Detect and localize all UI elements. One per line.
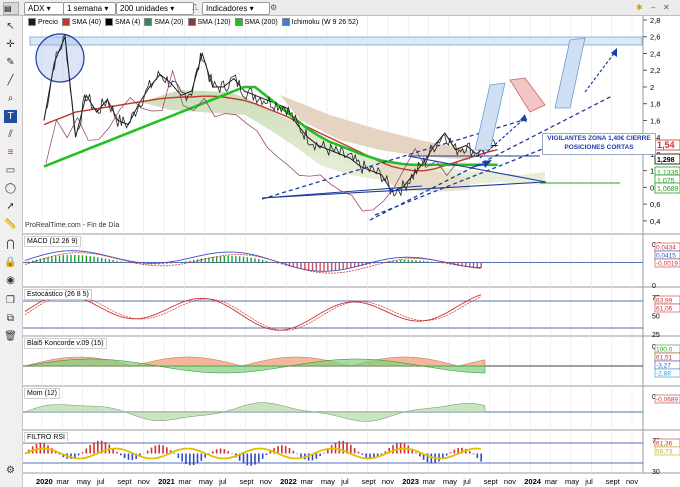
legend-swatch <box>187 18 196 27</box>
time-tick-label: nov <box>626 477 638 486</box>
legend-item[interactable]: SMA (40) <box>72 19 101 26</box>
indicator-legend: Precio SMA (40) SMA (4) SMA (20) SMA (120) SM… <box>24 17 358 28</box>
panel-tag-label: 100,0 <box>656 347 673 354</box>
panel-tag-label: 0,0434 <box>656 245 676 252</box>
resistance-zone <box>29 36 643 46</box>
price-chart[interactable]: 2,82,62,42,221,81,61,41,210,80,60,4 1,54… <box>0 0 680 487</box>
panel-kon <box>23 356 643 374</box>
time-tick-label: nov <box>138 477 150 486</box>
time-tick-label: 2023 <box>402 477 419 486</box>
annotation-line-2: POSICIONES CORTAS <box>564 144 634 151</box>
time-tick-label: nov <box>260 477 272 486</box>
price-tag-label: 1,54 <box>657 140 675 150</box>
panel-title[interactable]: Estocástico (26 8 5) <box>24 289 92 300</box>
source-label: ProRealTime.com - Fin de Día <box>25 222 120 229</box>
panel-title[interactable]: MACD (12 26 9) <box>24 236 81 247</box>
highlight-circle <box>35 33 85 83</box>
time-tick-label: may <box>565 477 579 486</box>
stoch-k-line <box>24 294 482 331</box>
panel-axis-label: 30 <box>652 469 660 476</box>
time-tick-label: may <box>321 477 335 486</box>
time-tick-label: 2021 <box>158 477 175 486</box>
panel-macd <box>23 250 643 274</box>
panel-title[interactable]: Mom (12) <box>24 388 60 399</box>
panel-tag-label: -0,0019 <box>656 261 678 268</box>
time-axis: 2020 mar may jul sept nov 2021 mar may jul sept nov… <box>36 477 638 486</box>
legend-item[interactable]: SMA (120) <box>198 19 231 26</box>
price-tick-label: 1 <box>650 167 654 176</box>
panel-tag-label: 61,36 <box>656 441 673 448</box>
panel-stoch <box>23 294 643 331</box>
panel-mom <box>23 402 643 422</box>
panel-axis-label: 0 <box>652 283 656 290</box>
price-tick-label: 0,4 <box>650 217 660 226</box>
time-tick-label: may <box>443 477 457 486</box>
time-tick-label: jul <box>218 477 227 486</box>
panel-tag-label: 59,73 <box>656 449 673 456</box>
time-tick-label: sept <box>606 477 621 486</box>
time-tick-label: nov <box>382 477 394 486</box>
legend-item[interactable]: Precio <box>38 19 58 26</box>
time-tick-label: mar <box>178 477 191 486</box>
panel-tag-label: 61,06 <box>656 306 673 313</box>
legend-item[interactable]: Ichimoku (W 9 26 52) <box>292 19 359 26</box>
legend-swatch <box>234 18 243 27</box>
time-tick-label: jul <box>462 477 471 486</box>
price-tick-label: 2,4 <box>650 49 660 58</box>
time-tick-label: mar <box>423 477 436 486</box>
price-tick-label: 2,8 <box>650 16 660 25</box>
time-tick-label: 2022 <box>280 477 297 486</box>
time-tick-label: 2020 <box>36 477 53 486</box>
panel-tag-label: 63,99 <box>656 298 673 305</box>
price-tick-label: 2 <box>650 83 654 92</box>
time-tick-label: 2024 <box>524 477 542 486</box>
time-tick-label: mar <box>300 477 313 486</box>
annotation-box: VIGILANTES ZONA 1,40€ CIERRE POSICIONES … <box>542 133 656 155</box>
time-tick-label: may <box>199 477 213 486</box>
legend-item[interactable]: SMA (200) <box>245 19 278 26</box>
legend-item[interactable]: SMA (20) <box>154 19 183 26</box>
price-tick-label: 1,6 <box>650 116 660 125</box>
time-tick-label: jul <box>340 477 349 486</box>
panel-tag-label: -3,27 <box>656 363 671 370</box>
mom-area <box>24 402 486 422</box>
panel-axis-label: 25 <box>652 332 660 339</box>
time-tick-label: sept <box>362 477 377 486</box>
time-tick-label: may <box>77 477 91 486</box>
panel-tag-label: -0,0689 <box>656 397 678 404</box>
time-tick-label: jul <box>96 477 105 486</box>
panel-title[interactable]: Blai5 Koncorde v.09 (15) <box>24 338 107 349</box>
time-tick-label: mar <box>56 477 69 486</box>
annotation-line-1: VIGILANTES ZONA 1,40€ CIERRE <box>547 135 651 142</box>
price-tag-label: 1,0689 <box>657 186 679 193</box>
legend-swatch <box>144 18 153 27</box>
time-tick-label: mar <box>545 477 558 486</box>
price-tick-label: 2,2 <box>650 66 660 75</box>
price-tag-label: 1,298 <box>657 157 675 164</box>
price-tick-label: 0,6 <box>650 200 660 209</box>
legend-swatch <box>28 18 36 27</box>
time-tick-label: sept <box>117 477 132 486</box>
time-tick-label: sept <box>239 477 254 486</box>
panel-tag-label: -2,88 <box>656 371 671 378</box>
panel-tag-label: 0,0415 <box>656 253 676 260</box>
price-tick-label: 1,8 <box>650 100 660 109</box>
panel-tag-label: 61,51 <box>656 355 673 362</box>
legend-swatch <box>105 18 114 27</box>
time-tick-label: jul <box>584 477 593 486</box>
stoch-d-line <box>24 294 482 331</box>
price-tick-label: 2,6 <box>650 33 660 42</box>
indicator-panels <box>23 250 643 466</box>
panel-rsi <box>23 440 643 466</box>
macd-signal-line <box>24 252 482 274</box>
time-tick-label: nov <box>504 477 516 486</box>
panel-axis-label: 50 <box>652 314 660 321</box>
legend-swatch <box>281 18 290 27</box>
legend-item[interactable]: SMA (4) <box>115 19 140 26</box>
legend-swatch <box>61 18 70 27</box>
panel-title[interactable]: FILTRO RSI <box>24 432 68 443</box>
time-tick-label: sept <box>484 477 499 486</box>
